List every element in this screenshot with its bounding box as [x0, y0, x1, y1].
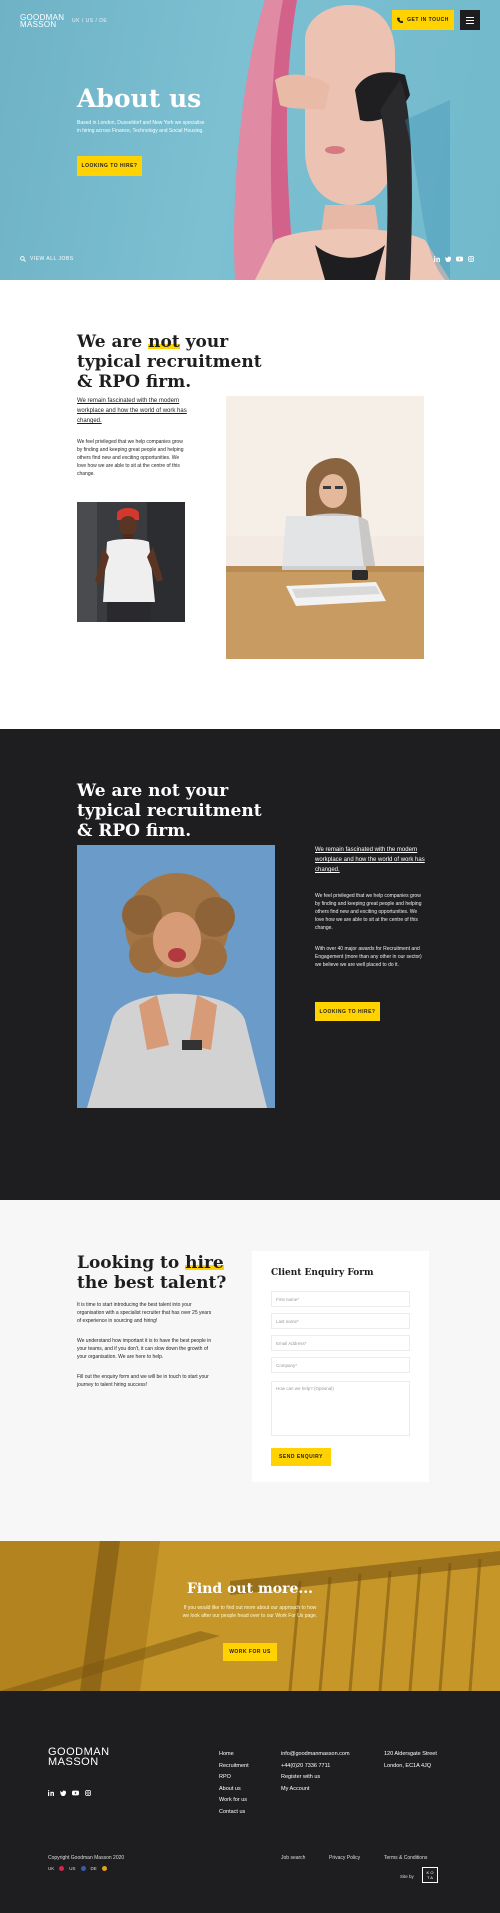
footer-social-links — [48, 1783, 91, 1801]
instagram-icon[interactable] — [468, 256, 474, 262]
title-highlight: not — [148, 332, 180, 352]
us-flag-icon — [80, 1866, 86, 1871]
get-in-touch-button[interactable]: GET IN TOUCH — [392, 10, 454, 30]
page-title: About us — [77, 84, 202, 113]
view-all-jobs-label: VIEW ALL JOBS — [30, 256, 74, 262]
youtube-icon[interactable] — [72, 1783, 79, 1801]
woman-laptop-photo — [226, 396, 424, 659]
menu-icon — [466, 16, 474, 18]
first-name-field[interactable]: First name* — [271, 1291, 410, 1307]
enquiry-paragraph-2: We understand how important it is to hav… — [77, 1338, 212, 1360]
footer-link-recruitment[interactable]: Recruitment — [219, 1761, 249, 1773]
send-enquiry-button[interactable]: SEND ENQUIRY — [271, 1448, 331, 1466]
last-name-field[interactable]: Last name* — [271, 1313, 410, 1329]
uk-flag-icon — [59, 1866, 65, 1871]
footer: GOODMAN MASSON Home Recruitment RPO Abou… — [0, 1691, 500, 1913]
view-all-jobs-link[interactable]: VIEW ALL JOBS — [20, 256, 74, 262]
region-selector: UK US DE — [48, 1866, 107, 1871]
footer-address-line2: London, EC1A 4JQ — [384, 1762, 432, 1769]
footer-account[interactable]: My Account — [281, 1784, 350, 1796]
de-flag-icon — [101, 1866, 107, 1871]
enquiry-section: Looking to hire the best talent? It is t… — [0, 1200, 500, 1541]
kota-logo[interactable]: K O T A — [422, 1867, 438, 1883]
intro-title: We are not your typical recruitment & RP… — [77, 332, 262, 392]
intro-lead: We remain fascinated with the modern wor… — [77, 398, 187, 424]
get-in-touch-label: GET IN TOUCH — [407, 17, 449, 23]
menu-button[interactable] — [460, 10, 480, 30]
work-for-us-button[interactable]: WORK FOR US — [223, 1643, 277, 1661]
intro-section: We are not your typical recruitment & RP… — [0, 280, 500, 729]
region-us[interactable]: US — [69, 1866, 75, 1871]
hero-social-links — [434, 256, 474, 262]
footer-contact: info@goodmanmasson.com +44(0)20 7336 771… — [281, 1749, 350, 1795]
hero-text: Based in London, Dusseldorf and New York… — [77, 120, 205, 134]
twitter-icon[interactable] — [445, 256, 451, 262]
find-out-more-section: Find out more... If you would like to fi… — [0, 1541, 500, 1691]
terms-link[interactable]: Terms & Conditions — [384, 1855, 427, 1861]
footer-logo[interactable]: GOODMAN MASSON — [48, 1747, 110, 1768]
dark-body-1: We feel privileged that we help companie… — [315, 893, 422, 931]
enquiry-paragraph-3: Fill out the enquiry form and we will be… — [77, 1374, 209, 1388]
footer-address-line1: 120 Aldersgate Street — [384, 1751, 437, 1757]
title-highlight: hire — [185, 1253, 224, 1273]
form-title: Client Enquiry Form — [271, 1268, 374, 1278]
dark-lead: We remain fascinated with the modern wor… — [315, 847, 425, 873]
find-out-text: If you would like to find out more about… — [182, 1605, 318, 1619]
footer-phone[interactable]: +44(0)20 7336 7711 — [281, 1761, 350, 1773]
instagram-icon[interactable] — [85, 1783, 91, 1801]
hero-section: GOODMAN MASSON UK / US / DE GET IN TOUCH… — [0, 0, 500, 280]
search-icon — [20, 256, 26, 262]
enquiry-form: Client Enquiry Form First name* Last nam… — [252, 1251, 429, 1482]
job-search-link[interactable]: Job search — [281, 1855, 305, 1861]
logo-line2: MASSON — [20, 20, 57, 29]
footer-register[interactable]: Register with us — [281, 1772, 350, 1784]
laughing-woman-photo — [77, 845, 275, 1108]
looking-to-hire-button[interactable]: LOOKING TO HIRE? — [77, 156, 142, 176]
dark-body-2: With over 40 major awards for Recruitmen… — [315, 946, 422, 968]
youtube-icon[interactable] — [456, 256, 463, 262]
company-field[interactable]: Company* — [271, 1357, 410, 1373]
find-out-title: Find out more... — [186, 1581, 313, 1597]
linkedin-icon[interactable] — [434, 256, 440, 262]
message-field[interactable]: How can we help? (Optional) — [271, 1381, 410, 1436]
footer-link-about[interactable]: About us — [219, 1784, 249, 1796]
twitter-icon[interactable] — [60, 1783, 67, 1801]
language-switcher[interactable]: UK / US / DE — [72, 18, 107, 24]
dark-section: We are not your typical recruitment & RP… — [0, 729, 500, 1200]
email-field[interactable]: Email Address* — [271, 1335, 410, 1351]
footer-address: 120 Aldersgate Street London, EC1A 4JQ — [384, 1749, 437, 1772]
footer-email[interactable]: info@goodmanmasson.com — [281, 1749, 350, 1761]
enquiry-title: Looking to hire the best talent? — [77, 1253, 227, 1293]
privacy-policy-link[interactable]: Privacy Policy — [329, 1855, 360, 1861]
footer-link-home[interactable]: Home — [219, 1749, 249, 1761]
enquiry-paragraph-1: It is time to start introducing the best… — [77, 1302, 212, 1324]
footer-link-work-for-us[interactable]: Work for us — [219, 1795, 249, 1807]
region-de[interactable]: DE — [91, 1866, 97, 1871]
site-by-label: Site by — [400, 1874, 414, 1879]
footer-nav: Home Recruitment RPO About us Work for u… — [219, 1749, 249, 1818]
dark-title: We are not your typical recruitment & RP… — [77, 781, 262, 841]
intro-body: We feel privileged that we help companie… — [77, 439, 184, 477]
footer-link-contact[interactable]: Contact us — [219, 1807, 249, 1819]
dark-looking-to-hire-button[interactable]: LOOKING TO HIRE? — [315, 1002, 380, 1021]
man-portrait-photo — [77, 502, 185, 622]
footer-logo-line2: MASSON — [48, 1756, 99, 1768]
hero-photo — [234, 0, 450, 280]
logo[interactable]: GOODMAN MASSON — [20, 14, 64, 29]
copyright: Copyright Goodman Masson 2020 — [48, 1855, 125, 1861]
linkedin-icon[interactable] — [48, 1783, 54, 1801]
region-uk[interactable]: UK — [48, 1866, 54, 1871]
footer-link-rpo[interactable]: RPO — [219, 1772, 249, 1784]
phone-icon — [397, 17, 404, 23]
